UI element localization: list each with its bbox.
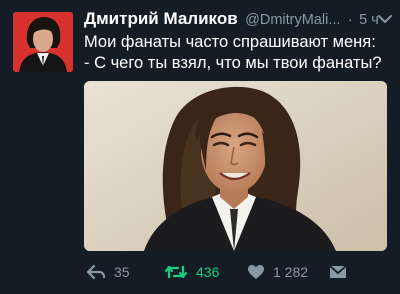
media-photo <box>84 81 387 251</box>
direct-message-icon <box>329 265 347 278</box>
tweet-card[interactable]: Дмитрий Маликов @DmitryMali... · 5 ч Мои… <box>0 0 400 294</box>
direct-message-button[interactable] <box>329 262 355 282</box>
tweet-actions: 35 436 1 282 <box>84 262 394 282</box>
chevron-down-icon[interactable] <box>376 10 394 28</box>
tweet-text: Мои фанаты часто спрашивают меня: - С че… <box>84 32 394 74</box>
tweet-text-line: Мои фанаты часто спрашивают меня: <box>84 33 376 51</box>
like-count: 1 282 <box>273 264 309 280</box>
tweet-media-image[interactable] <box>84 81 387 251</box>
tweet-header: Дмитрий Маликов @DmitryMali... · 5 ч <box>84 9 394 29</box>
heart-icon <box>248 265 264 279</box>
author-name[interactable]: Дмитрий Маликов <box>84 9 238 28</box>
like-button[interactable]: 1 282 <box>247 262 308 282</box>
avatar-photo <box>13 12 73 72</box>
author-handle[interactable]: @DmitryMali... <box>245 12 340 28</box>
avatar[interactable] <box>13 12 73 72</box>
retweet-button[interactable]: 436 <box>164 262 219 282</box>
separator-dot: · <box>347 12 353 28</box>
reply-icon <box>86 264 106 280</box>
tweet-text-line: - С чего ты взял, что мы твои фанаты? <box>84 54 382 72</box>
retweet-icon <box>164 265 188 279</box>
reply-button[interactable]: 35 <box>86 262 130 282</box>
retweet-count: 436 <box>196 264 220 280</box>
reply-count: 35 <box>114 264 130 280</box>
